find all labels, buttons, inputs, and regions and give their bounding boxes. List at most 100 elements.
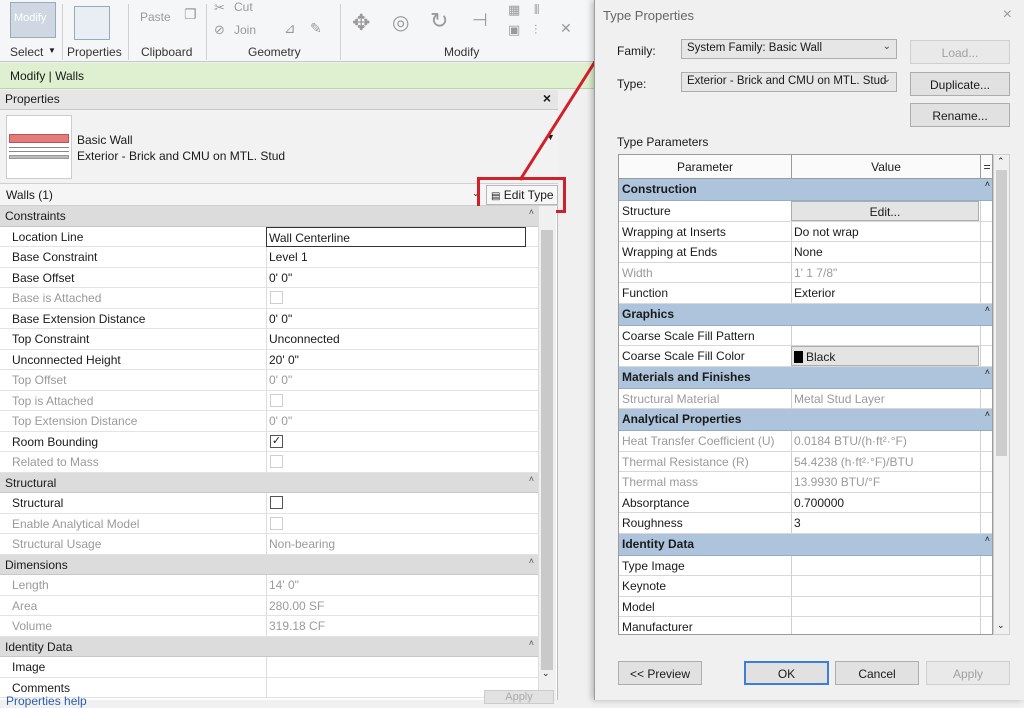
parameter-value[interactable] bbox=[791, 325, 979, 346]
family-dropdown[interactable]: System Family: Basic Wall ⌄ bbox=[681, 39, 897, 59]
apply-button[interactable]: Apply bbox=[926, 661, 1010, 685]
collapse-icon[interactable]: ˄ bbox=[985, 534, 990, 544]
parameter-name: Keynote bbox=[622, 579, 667, 593]
category-label: Materials and Finishes bbox=[622, 369, 751, 384]
parameter-row: Roughness 3 bbox=[619, 513, 992, 534]
parameter-name: Coarse Scale Fill Pattern bbox=[622, 328, 755, 343]
collapse-icon[interactable]: ˄ bbox=[985, 367, 990, 377]
parameter-value[interactable]: Do not wrap bbox=[791, 221, 979, 242]
parameter-row: Coarse Scale Fill Pattern bbox=[619, 325, 992, 346]
parameter-value-text: 0.0184 BTU/(h·ft²·°F) bbox=[794, 434, 907, 448]
parameter-row: Structure Edit... bbox=[619, 201, 992, 222]
parameter-row: Heat Transfer Coefficient (U) 0.0184 BTU/… bbox=[619, 431, 992, 452]
parameter-value[interactable]: 3 bbox=[791, 513, 979, 533]
grid-body: Construction ˄ Structure Edit... Wrapping at… bbox=[619, 179, 992, 634]
parameter-name: Wrapping at Ends bbox=[622, 245, 718, 259]
family-value: System Family: Basic Wall bbox=[687, 42, 823, 54]
collapse-icon[interactable]: ˄ bbox=[985, 409, 990, 419]
parameter-row: Structural Material Metal Stud Layer bbox=[619, 388, 992, 409]
parameter-value-text: None bbox=[794, 245, 823, 259]
type-parameters-label: Type Parameters bbox=[617, 135, 709, 149]
type-dropdown[interactable]: Exterior - Brick and CMU on MTL. Stud ⌄ bbox=[681, 72, 897, 92]
type-value: Exterior - Brick and CMU on MTL. Stud bbox=[687, 75, 887, 87]
collapse-icon[interactable]: ˄ bbox=[985, 179, 990, 189]
parameter-name: Heat Transfer Coefficient (U) bbox=[622, 434, 775, 448]
parameter-value-text: 13.9930 BTU/°F bbox=[794, 475, 881, 489]
parameter-value[interactable]: None bbox=[791, 242, 979, 262]
parameter-value[interactable] bbox=[791, 596, 979, 617]
category-label: Analytical Properties bbox=[622, 412, 742, 426]
parameter-row: Thermal Resistance (R) 54.4238 (h·ft²·°F)… bbox=[619, 451, 992, 472]
column-header-parameter[interactable]: Parameter bbox=[619, 160, 791, 174]
parameter-row: Width 1' 1 7/8" bbox=[619, 262, 992, 283]
category-header[interactable]: Construction ˄ bbox=[619, 179, 992, 201]
parameter-row: Thermal mass 13.9930 BTU/°F bbox=[619, 472, 992, 493]
parameter-value[interactable] bbox=[791, 617, 979, 634]
parameter-name: Roughness bbox=[622, 516, 683, 530]
parameter-value: 54.4238 (h·ft²·°F)/BTU bbox=[791, 451, 979, 472]
parameter-value-button[interactable]: Black bbox=[791, 346, 979, 366]
parameter-name: Wrapping at Inserts bbox=[622, 224, 726, 239]
parameter-value[interactable]: Exterior bbox=[791, 283, 979, 303]
parameter-row: Wrapping at Inserts Do not wrap bbox=[619, 221, 992, 242]
ok-button[interactable]: OK bbox=[744, 661, 829, 685]
chevron-down-icon: ⌄ bbox=[882, 74, 891, 85]
parameter-value-text: Metal Stud Layer bbox=[794, 391, 885, 406]
column-header-value[interactable]: Value bbox=[792, 160, 980, 174]
parameter-name: Model bbox=[622, 599, 655, 614]
color-swatch-icon bbox=[794, 351, 803, 363]
parameter-name: Structural Material bbox=[622, 391, 720, 406]
column-header-equals[interactable]: = bbox=[981, 160, 992, 174]
parameter-value[interactable]: 0.700000 bbox=[791, 492, 979, 513]
parameter-value: 13.9930 BTU/°F bbox=[791, 472, 979, 492]
category-header[interactable]: Analytical Properties ˄ bbox=[619, 409, 992, 431]
duplicate-button[interactable]: Duplicate... bbox=[910, 72, 1010, 96]
cancel-button[interactable]: Cancel bbox=[835, 661, 919, 685]
parameter-row: Absorptance 0.700000 bbox=[619, 492, 992, 513]
close-icon[interactable]: × bbox=[1003, 6, 1012, 24]
parameter-value-text: 0.700000 bbox=[794, 495, 845, 510]
scroll-down-icon[interactable]: ⌄ bbox=[997, 620, 1005, 631]
parameter-name: Width bbox=[622, 265, 653, 280]
parameter-value: Metal Stud Layer bbox=[791, 388, 979, 409]
grid-header: Parameter Value = bbox=[619, 155, 992, 179]
parameter-row: Manufacturer bbox=[619, 617, 992, 634]
parameter-value[interactable] bbox=[791, 576, 979, 596]
parameter-name: Coarse Scale Fill Color bbox=[622, 349, 745, 363]
scroll-up-icon[interactable]: ⌃ bbox=[997, 156, 1005, 167]
parameter-value-text: Do not wrap bbox=[794, 224, 859, 239]
scrollbar-thumb[interactable] bbox=[996, 170, 1007, 456]
parameter-value-button[interactable]: Edit... bbox=[791, 201, 979, 221]
preview-button[interactable]: << Preview bbox=[618, 661, 702, 685]
load-button[interactable]: Load... bbox=[910, 40, 1010, 64]
collapse-icon[interactable]: ˄ bbox=[985, 304, 990, 314]
type-label: Type: bbox=[617, 77, 647, 91]
parameter-value-text: 1' 1 7/8" bbox=[794, 265, 838, 280]
category-header[interactable]: Identity Data ˄ bbox=[619, 533, 992, 556]
family-label: Family: bbox=[617, 44, 656, 58]
category-header[interactable]: Graphics ˄ bbox=[619, 303, 992, 326]
parameter-value-text: Edit... bbox=[869, 205, 901, 219]
parameter-row: Type Image bbox=[619, 555, 992, 576]
parameter-name: Manufacturer bbox=[622, 620, 693, 634]
parameter-name: Type Image bbox=[622, 558, 685, 573]
parameter-row: Wrapping at Ends None bbox=[619, 242, 992, 263]
type-properties-dialog: Type Properties × Family: System Family:… bbox=[594, 0, 1024, 700]
rename-button[interactable]: Rename... bbox=[910, 103, 1010, 127]
category-label: Graphics bbox=[622, 306, 675, 321]
category-label: Identity Data bbox=[622, 536, 695, 551]
parameter-value-text: Black bbox=[806, 350, 836, 364]
parameter-value-text: 3 bbox=[794, 516, 801, 530]
parameter-name: Thermal Resistance (R) bbox=[622, 454, 749, 469]
parameter-row: Function Exterior bbox=[619, 283, 992, 304]
parameter-row: Model bbox=[619, 596, 992, 617]
parameter-name: Thermal mass bbox=[622, 475, 699, 489]
category-header[interactable]: Materials and Finishes ˄ bbox=[619, 366, 992, 389]
parameter-value: 1' 1 7/8" bbox=[791, 262, 979, 283]
parameter-value[interactable] bbox=[791, 555, 979, 576]
parameter-value-text: Exterior bbox=[794, 286, 836, 300]
type-parameters-grid: Parameter Value = Construction ˄ Structure… bbox=[618, 154, 993, 635]
parameter-row: Coarse Scale Fill Color Black bbox=[619, 346, 992, 367]
parameter-name: Absorptance bbox=[622, 495, 690, 510]
parameter-value-text: 54.4238 (h·ft²·°F)/BTU bbox=[794, 454, 914, 469]
